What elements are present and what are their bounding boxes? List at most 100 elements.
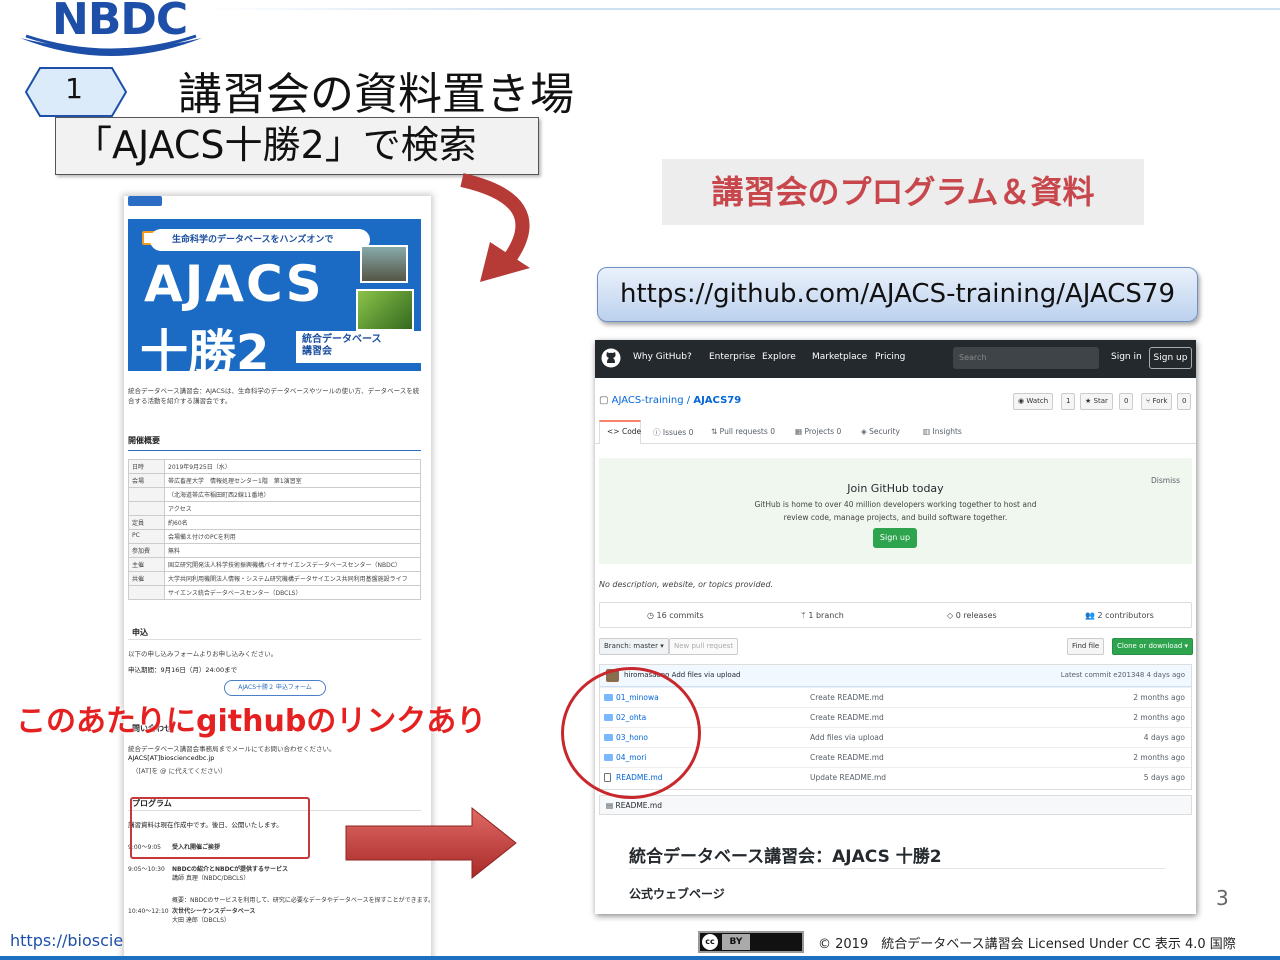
cc-license-badge: cc BY: [698, 931, 804, 953]
tab-issues[interactable]: ⓘ Issues 0: [653, 427, 693, 438]
sign-up-button[interactable]: Sign up: [1149, 347, 1192, 369]
people-icon: 👥: [1085, 611, 1098, 620]
repo-icon: ▢: [599, 395, 612, 406]
overview-key: [128, 501, 165, 516]
highlight-box: [130, 797, 310, 859]
clone-label: Clone or download: [1117, 642, 1183, 650]
banner-photo-classroom: [360, 245, 408, 283]
find-file-button[interactable]: Find file: [1067, 638, 1105, 655]
schedule-detail: 講師 真理（NBDC/DBCLS）: [172, 875, 250, 882]
overview-key: 会場: [128, 473, 165, 488]
banner-subtitle-1: 統合データベース: [302, 334, 382, 345]
commits-link[interactable]: ◷ 16 commits: [647, 611, 704, 620]
overview-value: 無料: [164, 543, 421, 558]
banner-subtitle-2: 講習会: [302, 346, 332, 357]
tab-security[interactable]: ◈ Security: [861, 427, 900, 436]
tab-pr-label: Pull requests: [719, 427, 768, 436]
contact-note: （[AT]を @ に代えてください）: [132, 767, 227, 775]
repo-separator: /: [683, 395, 694, 406]
schedule-detail: 概要：NBDCのサービスを利用して、研究に必要なデータやデータベースを探すことが…: [172, 897, 431, 904]
overview-row: 会場 帯広畜産大学 情報処理センター1階 第1演習室: [128, 473, 421, 488]
join-title: Join GitHub today: [847, 482, 944, 495]
nbdc-logo: NBDC: [52, 0, 188, 45]
curved-arrow-icon: [460, 173, 530, 282]
latest-commit[interactable]: Latest commit e201348 4 days ago: [1061, 671, 1185, 679]
watch-label: Watch: [1026, 397, 1049, 405]
tab-insights[interactable]: ▥ Insights: [923, 427, 962, 436]
branches-link[interactable]: ᛘ 1 branch: [801, 611, 844, 620]
apply-deadline: 申込期間：9月16日（月）24:00まで: [128, 666, 238, 674]
contact-text: 統合データベース講習会事務局までメールにてお問い合わせください。: [128, 745, 336, 753]
github-search-input[interactable]: Search: [953, 347, 1099, 369]
banner-subtitle: 統合データベース 講習会: [296, 331, 421, 363]
file-msg[interactable]: Create README.md: [810, 753, 884, 762]
overview-key: 参加費: [128, 543, 165, 558]
schedule-title: 次世代シーケンスデータベース: [172, 908, 256, 915]
footer-url[interactable]: https://bioscie: [10, 931, 123, 950]
github-logo-icon[interactable]: [601, 348, 621, 368]
file-msg[interactable]: Update README.md: [810, 773, 886, 782]
release-count: 0 releases: [955, 611, 997, 620]
watch-count[interactable]: 1: [1061, 393, 1076, 410]
file-age: 2 months ago: [1133, 753, 1185, 762]
contributors-link[interactable]: 👥 2 contributors: [1085, 611, 1154, 620]
watch-button[interactable]: ◉ Watch: [1013, 393, 1054, 410]
apply-form-button[interactable]: AJACS十勝２ 申込フォーム: [224, 680, 326, 696]
cc-by-label: BY: [722, 934, 750, 950]
tab-code-label: Code: [621, 427, 642, 436]
overview-row: アクセス: [128, 501, 421, 516]
file-age: 2 months ago: [1133, 713, 1185, 722]
tab-projects[interactable]: ▦ Projects 0: [795, 427, 841, 436]
top-rule: [200, 8, 1280, 10]
tab-code[interactable]: <> Code: [607, 427, 641, 436]
nav-enterprise[interactable]: Enterprise: [709, 352, 755, 362]
readme-header: ▤ README.md: [599, 795, 1192, 815]
nav-pricing[interactable]: Pricing: [875, 352, 905, 362]
repo-breadcrumb: ▢ AJACS-training / AJACS79: [599, 395, 741, 406]
pr-icon: ⇅: [711, 427, 720, 436]
nav-why-github[interactable]: Why GitHub?: [633, 352, 692, 362]
overview-heading: 開催概要: [128, 436, 160, 445]
nav-marketplace[interactable]: Marketplace: [812, 352, 867, 362]
repo-owner-link[interactable]: AJACS-training: [612, 395, 684, 406]
contact-mail[interactable]: AJACS[AT]biosciencedbc.jp: [128, 754, 214, 762]
fork-label: Fork: [1152, 397, 1168, 405]
file-age: 2 months ago: [1133, 693, 1185, 702]
tab-projects-count: 0: [836, 427, 842, 436]
file-age: 4 days ago: [1143, 733, 1185, 742]
overview-row: 参加費 無料: [128, 543, 421, 558]
github-screenshot: Why GitHub? Enterprise Explore Marketpla…: [595, 340, 1196, 914]
file-msg[interactable]: Create README.md: [810, 693, 884, 702]
commit-message[interactable]: Add files via upload: [672, 671, 741, 679]
branch-select[interactable]: Branch: master ▾: [599, 638, 669, 655]
schedule-title: NBDCの紹介とNBDCが提供するサービス: [172, 866, 288, 873]
new-pull-request-button[interactable]: New pull request: [669, 638, 739, 655]
bottom-bar: [0, 956, 1280, 960]
overview-value: サイエンス統合データベースセンター（DBCLS）: [164, 585, 421, 600]
banner-title-2: 十勝2: [140, 325, 270, 371]
fork-count[interactable]: 0: [1177, 393, 1192, 410]
section-number: 1: [65, 72, 83, 105]
tag-icon: ◇: [947, 611, 956, 620]
banner-title-1: AJACS: [144, 255, 324, 313]
sign-in-link[interactable]: Sign in: [1111, 352, 1142, 362]
releases-link[interactable]: ◇ 0 releases: [947, 611, 997, 620]
github-url-box[interactable]: https://github.com/AJACS-training/AJACS7…: [597, 267, 1198, 322]
nav-explore[interactable]: Explore: [762, 352, 796, 362]
star-icon: ★: [1085, 397, 1094, 405]
file-msg[interactable]: Add files via upload: [810, 733, 884, 742]
star-button[interactable]: ★ Star: [1080, 393, 1113, 410]
file-msg[interactable]: Create README.md: [810, 713, 884, 722]
clone-download-button[interactable]: Clone or download ▾: [1112, 638, 1194, 655]
fork-button[interactable]: ⑂ Fork: [1141, 393, 1173, 410]
overview-row: 定員 約60名: [128, 515, 421, 530]
overview-row: 日時 2019年9月25日（水）: [128, 459, 421, 474]
tab-pull-requests[interactable]: ⇅ Pull requests 0: [711, 427, 775, 436]
repo-name-link[interactable]: AJACS79: [693, 395, 741, 406]
overview-table: 日時 2019年9月25日（水） 会場 帯広畜産大学 情報処理センター1階 第1演習室…: [128, 459, 421, 600]
latest-commit-bar: hiromasaono Add files via upload Latest …: [600, 665, 1191, 687]
star-count[interactable]: 0: [1119, 393, 1134, 410]
folder-highlight-ellipse: [561, 667, 701, 799]
readme-title-rule: [629, 868, 1165, 869]
join-signup-button[interactable]: Sign up: [873, 528, 917, 548]
